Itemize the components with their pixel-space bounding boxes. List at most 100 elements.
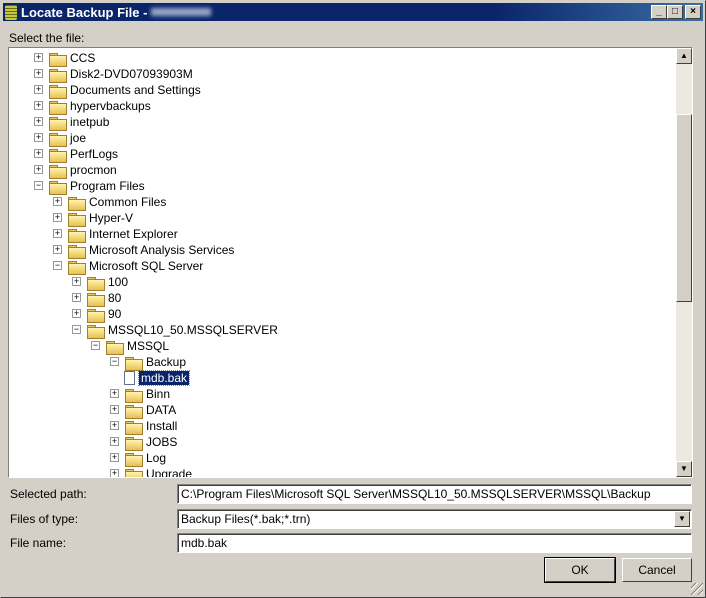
- folder-icon: [125, 405, 143, 419]
- expand-icon[interactable]: +: [53, 197, 62, 206]
- scroll-thumb[interactable]: [676, 114, 692, 302]
- expand-icon[interactable]: +: [110, 389, 119, 398]
- tree-item-label: Backup: [146, 355, 187, 369]
- file-tree[interactable]: + CCS + Disk2-DVD07093903M + Documents and Se…: [8, 47, 693, 478]
- maximize-button[interactable]: □: [667, 5, 683, 19]
- open-folder-icon: [49, 181, 67, 195]
- folder-icon: [68, 229, 86, 243]
- folder-icon: [87, 309, 105, 323]
- folder-icon: [125, 453, 143, 467]
- scroll-down-button[interactable]: ▼: [676, 461, 692, 477]
- file-icon: [124, 371, 135, 385]
- tree-item-label: JOBS: [146, 435, 178, 449]
- folder-icon: [49, 149, 67, 163]
- tree-item-label: Upgrade: [146, 467, 193, 478]
- tree-item-label: Hyper-V: [89, 211, 134, 225]
- files-of-type-value: Backup Files(*.bak;*.trn): [181, 512, 311, 526]
- collapse-icon[interactable]: −: [91, 341, 100, 350]
- expand-icon[interactable]: +: [34, 133, 43, 142]
- tree-item-label: DATA: [146, 403, 177, 417]
- app-icon: [5, 4, 17, 20]
- folder-icon: [87, 277, 105, 291]
- tree-item-label: Common Files: [89, 195, 167, 209]
- expand-icon[interactable]: +: [34, 101, 43, 110]
- tree-item-label: Binn: [146, 387, 171, 401]
- folder-icon: [68, 213, 86, 227]
- folder-icon: [49, 165, 67, 179]
- tree-item-label: Microsoft Analysis Services: [89, 243, 235, 257]
- cancel-button[interactable]: Cancel: [622, 558, 692, 582]
- scroll-up-button[interactable]: ▲: [676, 48, 692, 64]
- tree-item-label: inetpub: [70, 115, 110, 129]
- folder-icon: [49, 117, 67, 131]
- expand-icon[interactable]: +: [110, 437, 119, 446]
- folder-icon: [125, 389, 143, 403]
- expand-icon[interactable]: +: [110, 405, 119, 414]
- expand-icon[interactable]: +: [72, 293, 81, 302]
- select-file-label: Select the file:: [9, 31, 85, 45]
- tree-item-label: Documents and Settings: [70, 83, 201, 97]
- tree-item-label: procmon: [70, 163, 117, 177]
- expand-icon[interactable]: +: [110, 421, 119, 430]
- folder-icon: [49, 101, 67, 115]
- folder-icon: [49, 69, 67, 83]
- selected-path-label: Selected path:: [10, 487, 87, 501]
- tree-item-label: Program Files: [70, 179, 145, 193]
- close-button[interactable]: ×: [685, 5, 701, 19]
- ok-button[interactable]: OK: [544, 557, 616, 583]
- open-folder-icon: [87, 325, 105, 339]
- folder-icon: [125, 437, 143, 451]
- expand-icon[interactable]: +: [34, 165, 43, 174]
- selected-path-field[interactable]: C:\Program Files\Microsoft SQL Server\MS…: [177, 484, 692, 504]
- vertical-scrollbar[interactable]: ▲ ▼: [676, 48, 692, 477]
- tree-item-label: Internet Explorer: [89, 227, 178, 241]
- collapse-icon[interactable]: −: [72, 325, 81, 334]
- expand-icon[interactable]: +: [53, 213, 62, 222]
- folder-icon: [87, 293, 105, 307]
- open-folder-icon: [125, 357, 143, 371]
- tree-item-label: 90: [108, 307, 122, 321]
- tree-item-label: PerfLogs: [70, 147, 119, 161]
- tree-item-label: 80: [108, 291, 122, 305]
- folder-icon: [125, 421, 143, 435]
- tree-item-label: MSSQL: [127, 339, 170, 353]
- expand-icon[interactable]: +: [110, 469, 119, 477]
- files-of-type-label: Files of type:: [10, 512, 79, 526]
- chevron-down-icon[interactable]: ▼: [674, 511, 690, 527]
- tree-item-label: Microsoft SQL Server: [89, 259, 204, 273]
- expand-icon[interactable]: +: [72, 277, 81, 286]
- file-name-field[interactable]: mdb.bak: [177, 533, 692, 553]
- expand-icon[interactable]: +: [53, 229, 62, 238]
- expand-icon[interactable]: +: [34, 117, 43, 126]
- collapse-icon[interactable]: −: [53, 261, 62, 270]
- tree-item-label: hypervbackups: [70, 99, 151, 113]
- folder-icon: [49, 85, 67, 99]
- folder-icon: [68, 197, 86, 211]
- folder-icon: [49, 133, 67, 147]
- open-folder-icon: [106, 341, 124, 355]
- tree-item-label: mdb.bak: [137, 370, 191, 386]
- tree-item-label: 100: [108, 275, 129, 289]
- collapse-icon[interactable]: −: [34, 181, 43, 190]
- tree-item-label: Log: [146, 451, 167, 465]
- expand-icon[interactable]: +: [72, 309, 81, 318]
- expand-icon[interactable]: +: [53, 245, 62, 254]
- folder-icon: [68, 245, 86, 259]
- expand-icon[interactable]: +: [34, 85, 43, 94]
- expand-icon[interactable]: +: [110, 453, 119, 462]
- expand-icon[interactable]: +: [34, 53, 43, 62]
- tree-item-label: Install: [146, 419, 178, 433]
- locate-backup-file-dialog: Locate Backup File - _ □ × Select the fi…: [0, 0, 706, 598]
- file-name-label: File name:: [10, 536, 67, 550]
- open-folder-icon: [68, 261, 86, 275]
- folder-icon: [125, 469, 143, 477]
- minimize-button[interactable]: _: [651, 5, 667, 19]
- tree-item-label: joe: [70, 131, 87, 145]
- files-of-type-select[interactable]: Backup Files(*.bak;*.trn) ▼: [177, 509, 692, 529]
- tree-item-label: MSSQL10_50.MSSQLSERVER: [108, 323, 278, 337]
- expand-icon[interactable]: +: [34, 69, 43, 78]
- collapse-icon[interactable]: −: [110, 357, 119, 366]
- expand-icon[interactable]: +: [34, 149, 43, 158]
- resize-grip[interactable]: [691, 583, 703, 595]
- title-bar[interactable]: Locate Backup File - _ □ ×: [3, 3, 703, 21]
